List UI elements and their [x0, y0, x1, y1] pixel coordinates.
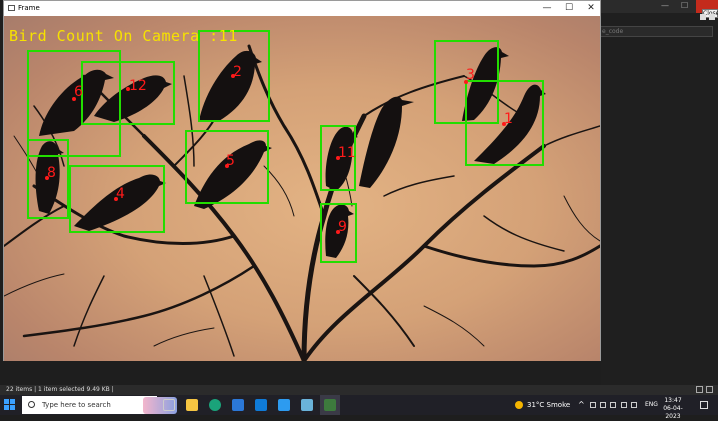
- minimize-button[interactable]: —: [536, 1, 558, 16]
- search-icon: [28, 401, 35, 408]
- taskbar-search-box[interactable]: Type here to search: [22, 396, 177, 414]
- status-text: 22 items | 1 item selected 9.49 KB |: [6, 386, 114, 393]
- display-icon[interactable]: [610, 402, 616, 408]
- scene-svg: 6 12 2 3 1 8 4 5 11 9: [4, 30, 600, 361]
- detection-label: 3: [466, 67, 475, 83]
- system-clock[interactable]: 13:47 06-04-2023: [660, 397, 686, 421]
- tiles-view-icon[interactable]: [706, 386, 713, 393]
- detection-label: 11: [338, 145, 356, 161]
- edge-browser-icon[interactable]: [209, 399, 221, 411]
- search-placeholder: Type here to search: [42, 401, 111, 409]
- detection-label: 4: [116, 186, 125, 202]
- maximize-button[interactable]: ☐: [558, 1, 580, 16]
- camera-frame: 6 12 2 3 1 8 4 5 11 9 Bird Count On Came…: [4, 16, 600, 361]
- close-button[interactable]: ✕: [580, 1, 602, 16]
- maximize-icon[interactable]: ☐: [681, 1, 688, 10]
- app-icon: [8, 5, 15, 11]
- frame-titlebar[interactable]: Frame — ☐ ✕: [4, 1, 600, 16]
- detection-label: 8: [47, 165, 56, 181]
- detection-label: 12: [129, 78, 147, 94]
- settings-icon[interactable]: [700, 14, 706, 20]
- store-icon[interactable]: [255, 399, 267, 411]
- minimize-icon[interactable]: —: [661, 1, 669, 10]
- window-title: Frame: [18, 4, 40, 12]
- layout-icon[interactable]: [709, 14, 715, 20]
- detection-label: 1: [504, 111, 513, 127]
- clock-time: 13:47: [664, 397, 682, 404]
- vscode-icon[interactable]: [278, 399, 290, 411]
- clock-date: 06-04-2023: [663, 405, 683, 420]
- battery-icon[interactable]: [621, 402, 627, 408]
- task-view-icon[interactable]: [163, 399, 175, 411]
- language-indicator[interactable]: ENG: [645, 395, 658, 415]
- frame-window: Frame — ☐ ✕ 6 12 2 3 1 8 4 5 11 9 Bird C…: [3, 0, 601, 361]
- background-editor-window: [601, 0, 718, 385]
- python-frame-app-icon[interactable]: [324, 399, 336, 411]
- detection-label: 2: [233, 64, 242, 80]
- mail-icon[interactable]: [232, 399, 244, 411]
- code-search-input[interactable]: e_code: [598, 26, 713, 37]
- bird-count-overlay: Bird Count On Camera :11: [9, 27, 238, 45]
- volume-icon[interactable]: [631, 402, 637, 408]
- details-view-icon[interactable]: [696, 386, 703, 393]
- photos-icon[interactable]: [301, 399, 313, 411]
- detection-label: 6: [74, 84, 83, 100]
- weather-icon[interactable]: [515, 401, 523, 409]
- explorer-status-bar: 22 items | 1 item selected 9.49 KB |: [0, 385, 718, 395]
- tray-chevron-icon[interactable]: ^: [578, 395, 585, 415]
- taskbar: Type here to search 31°C Smoke ^ ENG 13:…: [0, 395, 718, 420]
- tray-app-icon[interactable]: [590, 402, 596, 408]
- file-explorer-icon[interactable]: [186, 399, 198, 411]
- onedrive-icon[interactable]: [600, 402, 606, 408]
- detection-label: 5: [226, 153, 235, 169]
- notification-icon[interactable]: [700, 401, 708, 409]
- weather-text[interactable]: 31°C Smoke: [527, 395, 570, 415]
- detection-label: 9: [338, 219, 347, 235]
- start-button[interactable]: [4, 399, 15, 410]
